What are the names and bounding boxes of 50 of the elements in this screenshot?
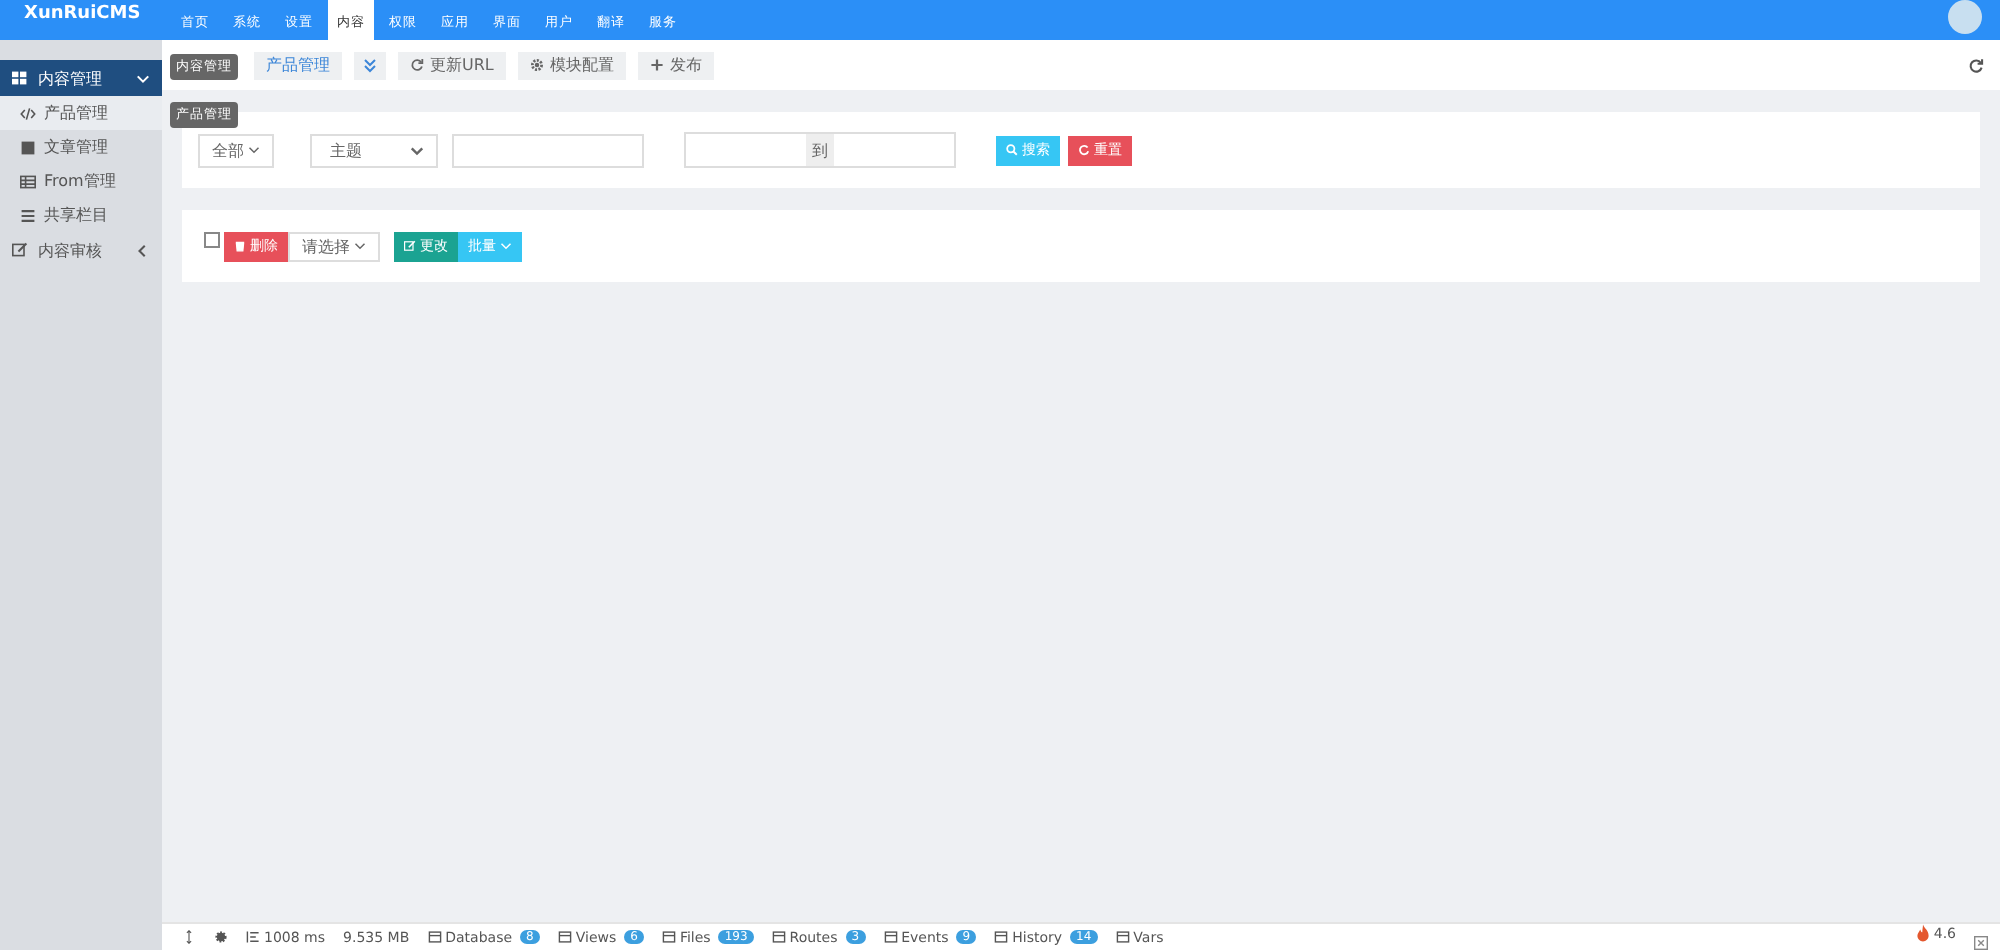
date-range-field[interactable]: 到 bbox=[684, 132, 956, 168]
caret-icon bbox=[500, 240, 512, 252]
square-icon bbox=[20, 139, 36, 155]
toolbar-button[interactable]: 模块配置 bbox=[517, 51, 626, 79]
choose-dropdown[interactable]: 请选择 bbox=[288, 231, 380, 261]
trash-icon bbox=[234, 240, 246, 252]
sidebar-group[interactable]: 内容审核 bbox=[0, 232, 162, 268]
window-icon bbox=[883, 930, 898, 944]
window-icon bbox=[771, 930, 786, 944]
edit-icon bbox=[404, 240, 416, 252]
caret-icon bbox=[410, 143, 424, 157]
keyword-field[interactable] bbox=[452, 133, 644, 167]
grid-icon bbox=[12, 70, 28, 86]
window-icon bbox=[661, 930, 676, 944]
field-dropdown[interactable]: 主题 bbox=[310, 133, 438, 167]
table-icon bbox=[20, 173, 36, 189]
list-icon bbox=[20, 207, 36, 223]
sidebar-item[interactable]: 产品管理 bbox=[0, 96, 162, 130]
chevron-icon bbox=[136, 243, 150, 257]
caret-icon bbox=[248, 144, 260, 156]
search-icon bbox=[1006, 144, 1018, 156]
refresh-icon[interactable] bbox=[1968, 57, 1984, 73]
resize-icon[interactable] bbox=[182, 930, 196, 944]
caret-icon bbox=[354, 240, 366, 252]
sidebar-item[interactable]: From管理 bbox=[0, 164, 162, 198]
refresh-icon bbox=[410, 58, 424, 72]
plus-icon bbox=[649, 58, 664, 72]
chevron-icon bbox=[136, 71, 150, 85]
edit-icon bbox=[12, 242, 28, 258]
sidebar-item[interactable]: 共享栏目 bbox=[0, 198, 162, 232]
gear-icon bbox=[529, 58, 544, 72]
toolbar-button[interactable]: 更新URL bbox=[398, 51, 506, 79]
logo: XunRuiCMS bbox=[22, 2, 143, 24]
timeline-icon bbox=[246, 930, 260, 944]
toolbar-button[interactable]: 发布 bbox=[637, 51, 714, 79]
window-icon bbox=[557, 930, 572, 944]
avatar-icon[interactable] bbox=[1948, 0, 1982, 34]
refresh-icon bbox=[1078, 144, 1090, 156]
code-icon bbox=[20, 105, 36, 121]
flame-icon bbox=[1915, 924, 1930, 942]
window-icon bbox=[427, 930, 442, 944]
window-icon bbox=[994, 930, 1009, 944]
close-icon[interactable] bbox=[1974, 936, 1988, 950]
window-icon bbox=[1115, 930, 1130, 944]
select-all-checkbox[interactable] bbox=[204, 232, 220, 248]
gear-icon[interactable] bbox=[214, 930, 228, 944]
sidebar-group[interactable]: 内容管理 bbox=[0, 60, 162, 96]
sidebar-item[interactable]: 文章管理 bbox=[0, 130, 162, 164]
scope-dropdown[interactable]: 全部 bbox=[198, 133, 274, 167]
page-tab[interactable]: 产品管理 bbox=[254, 51, 342, 79]
